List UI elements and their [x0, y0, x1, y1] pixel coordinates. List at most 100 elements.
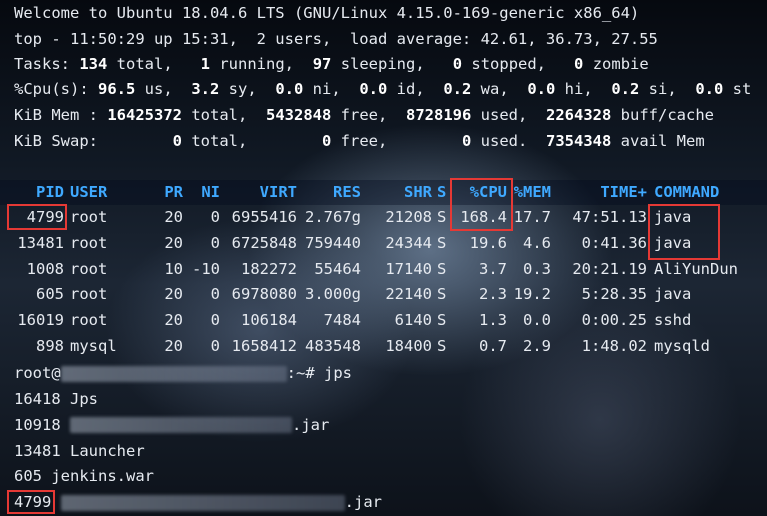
cell-user: root	[70, 208, 108, 226]
welcome-banner: Welcome to Ubuntu 18.04.6 LTS (GNU/Linux…	[14, 4, 640, 22]
cell-pr: 20	[164, 233, 183, 252]
highlight-jps-4799	[7, 490, 55, 514]
mem-line: KiB Mem : 16425372 total, 5432848 free, …	[14, 106, 714, 124]
process-table-header: PID USER PR NI VIRT RES SHR S %CPU %MEM …	[0, 180, 767, 205]
cell-command: mysqld	[654, 337, 710, 355]
cell-res: 759440	[305, 233, 361, 252]
cell-res: 2.767g	[305, 208, 361, 226]
process-row[interactable]: 605 root 20 0 6978080 3.000g 22140 S 2.3 19.2 5:28…	[0, 282, 767, 307]
cell-time: 47:51.13	[572, 208, 647, 226]
cell-time: 1:48.02	[581, 337, 647, 355]
swap-line: KiB Swap: 0 total, 0 free, 0 used. 73543…	[14, 132, 705, 150]
cell-pid: 898	[36, 337, 64, 355]
cell-time: 0:00.25	[581, 311, 647, 330]
cell-virt: 6978080	[231, 285, 297, 304]
cell-shr: 18400	[385, 337, 432, 355]
top-summary-line: top - 11:50:29 up 15:31, 2 users, load a…	[14, 30, 658, 48]
jps-process-name: .jar	[344, 493, 382, 512]
cell-time: 5:28.35	[581, 285, 647, 304]
col-mem[interactable]: %MEM	[509, 180, 551, 205]
cell-pid: 605	[36, 285, 64, 304]
cell-pid: 13481	[17, 233, 64, 252]
cell-pid: 1008	[26, 259, 64, 278]
cell-res: 7484	[323, 311, 361, 330]
cell-cpu: 0.7	[479, 337, 507, 355]
shell-prompt: root@:~# jps	[14, 364, 352, 382]
col-virt[interactable]: VIRT	[225, 180, 297, 205]
cell-mem: 17.7	[513, 208, 551, 226]
cell-virt: 182272	[241, 259, 297, 278]
cell-pid: 16019	[17, 311, 64, 330]
cell-ni: 0	[210, 208, 220, 226]
col-pid[interactable]: PID	[14, 180, 64, 205]
jps-line: 4799 .jar	[14, 490, 761, 515]
jps-pid: 13481	[14, 441, 61, 460]
jps-line: 10918 .jar	[14, 413, 761, 438]
cell-virt: 6725848	[231, 233, 297, 252]
cell-mem: 0.3	[523, 259, 551, 278]
cell-shr: 22140	[385, 285, 432, 304]
cell-shr: 24344	[385, 233, 432, 252]
cell-virt: 1658412	[231, 337, 297, 355]
jps-process-name: Launcher	[70, 441, 145, 460]
cell-res: 3.000g	[305, 285, 361, 304]
cell-command: java	[654, 285, 692, 304]
col-pr[interactable]: PR	[150, 180, 183, 205]
cell-cpu: 3.7	[479, 259, 507, 278]
highlight-cpu-column	[450, 178, 513, 231]
cell-virt: 106184	[241, 311, 297, 330]
col-ni[interactable]: NI	[187, 180, 220, 205]
cell-ni: 0	[210, 337, 220, 355]
process-row[interactable]: 16019 root 20 0 106184 7484 6140 S 1.3 0.0 0:00.25…	[0, 308, 767, 333]
cell-state: S	[437, 208, 447, 226]
cell-res: 483548	[305, 337, 361, 355]
cell-shr: 21208	[385, 208, 432, 226]
cell-user: mysql	[70, 337, 117, 355]
cell-mem: 19.2	[513, 285, 551, 304]
cell-time: 20:21.19	[572, 259, 647, 278]
cell-shr: 17140	[385, 259, 432, 278]
jps-process-name: .jar	[292, 415, 330, 434]
col-command[interactable]: COMMAND	[654, 180, 719, 205]
cpu-line: %Cpu(s): 96.5 us, 3.2 sy, 0.0 ni, 0.0 id…	[14, 80, 752, 98]
redacted-jar-name	[70, 417, 293, 434]
cell-pr: 20	[164, 311, 183, 330]
cell-state: S	[437, 259, 447, 278]
jps-pid: 10918	[14, 415, 61, 434]
process-row[interactable]: 1008 root 10 -10 182272 55464 17140 S 3.7 0.3 20:2…	[0, 257, 767, 282]
col-res[interactable]: RES	[301, 180, 361, 205]
cell-pr: 20	[164, 208, 183, 226]
col-shr[interactable]: SHR	[367, 180, 432, 205]
cell-state: S	[437, 337, 447, 355]
cell-ni: 0	[210, 311, 220, 330]
cell-ni: 0	[210, 285, 220, 304]
highlight-java-commands	[648, 204, 720, 260]
cell-ni: -10	[192, 259, 220, 278]
tasks-line: Tasks: 134 total, 1 running, 97 sleeping…	[14, 55, 649, 73]
col-time[interactable]: TIME+	[557, 180, 647, 205]
cell-pr: 20	[164, 337, 183, 355]
jps-line: 605 jenkins.war	[14, 464, 761, 489]
highlight-pid-4799	[7, 204, 67, 230]
cell-mem: 2.9	[523, 337, 551, 355]
jps-pid: 16418	[14, 390, 61, 408]
cell-command: sshd	[654, 311, 692, 330]
cell-command: AliYunDun	[654, 259, 738, 278]
redacted-jar-name	[60, 494, 345, 511]
cell-shr: 6140	[394, 311, 432, 330]
cell-user: root	[70, 311, 108, 330]
col-user[interactable]: USER	[70, 180, 107, 205]
cell-user: root	[70, 233, 108, 252]
terminal-window[interactable]: Welcome to Ubuntu 18.04.6 LTS (GNU/Linux…	[0, 0, 767, 516]
cell-pr: 20	[164, 285, 183, 304]
cell-virt: 6955416	[231, 208, 297, 226]
cell-pr: 10	[164, 259, 183, 278]
cell-time: 0:41.36	[581, 233, 647, 252]
cell-res: 55464	[314, 259, 361, 278]
cell-user: root	[70, 259, 108, 278]
process-row[interactable]: 898 mysql 20 0 1658412 483548 18400 S 0.7 2.9 1:48…	[0, 334, 767, 359]
col-state[interactable]: S	[437, 180, 446, 205]
jps-process-name: jenkins.war	[51, 467, 154, 486]
cell-ni: 0	[210, 233, 220, 252]
cell-cpu: 19.6	[469, 233, 507, 252]
